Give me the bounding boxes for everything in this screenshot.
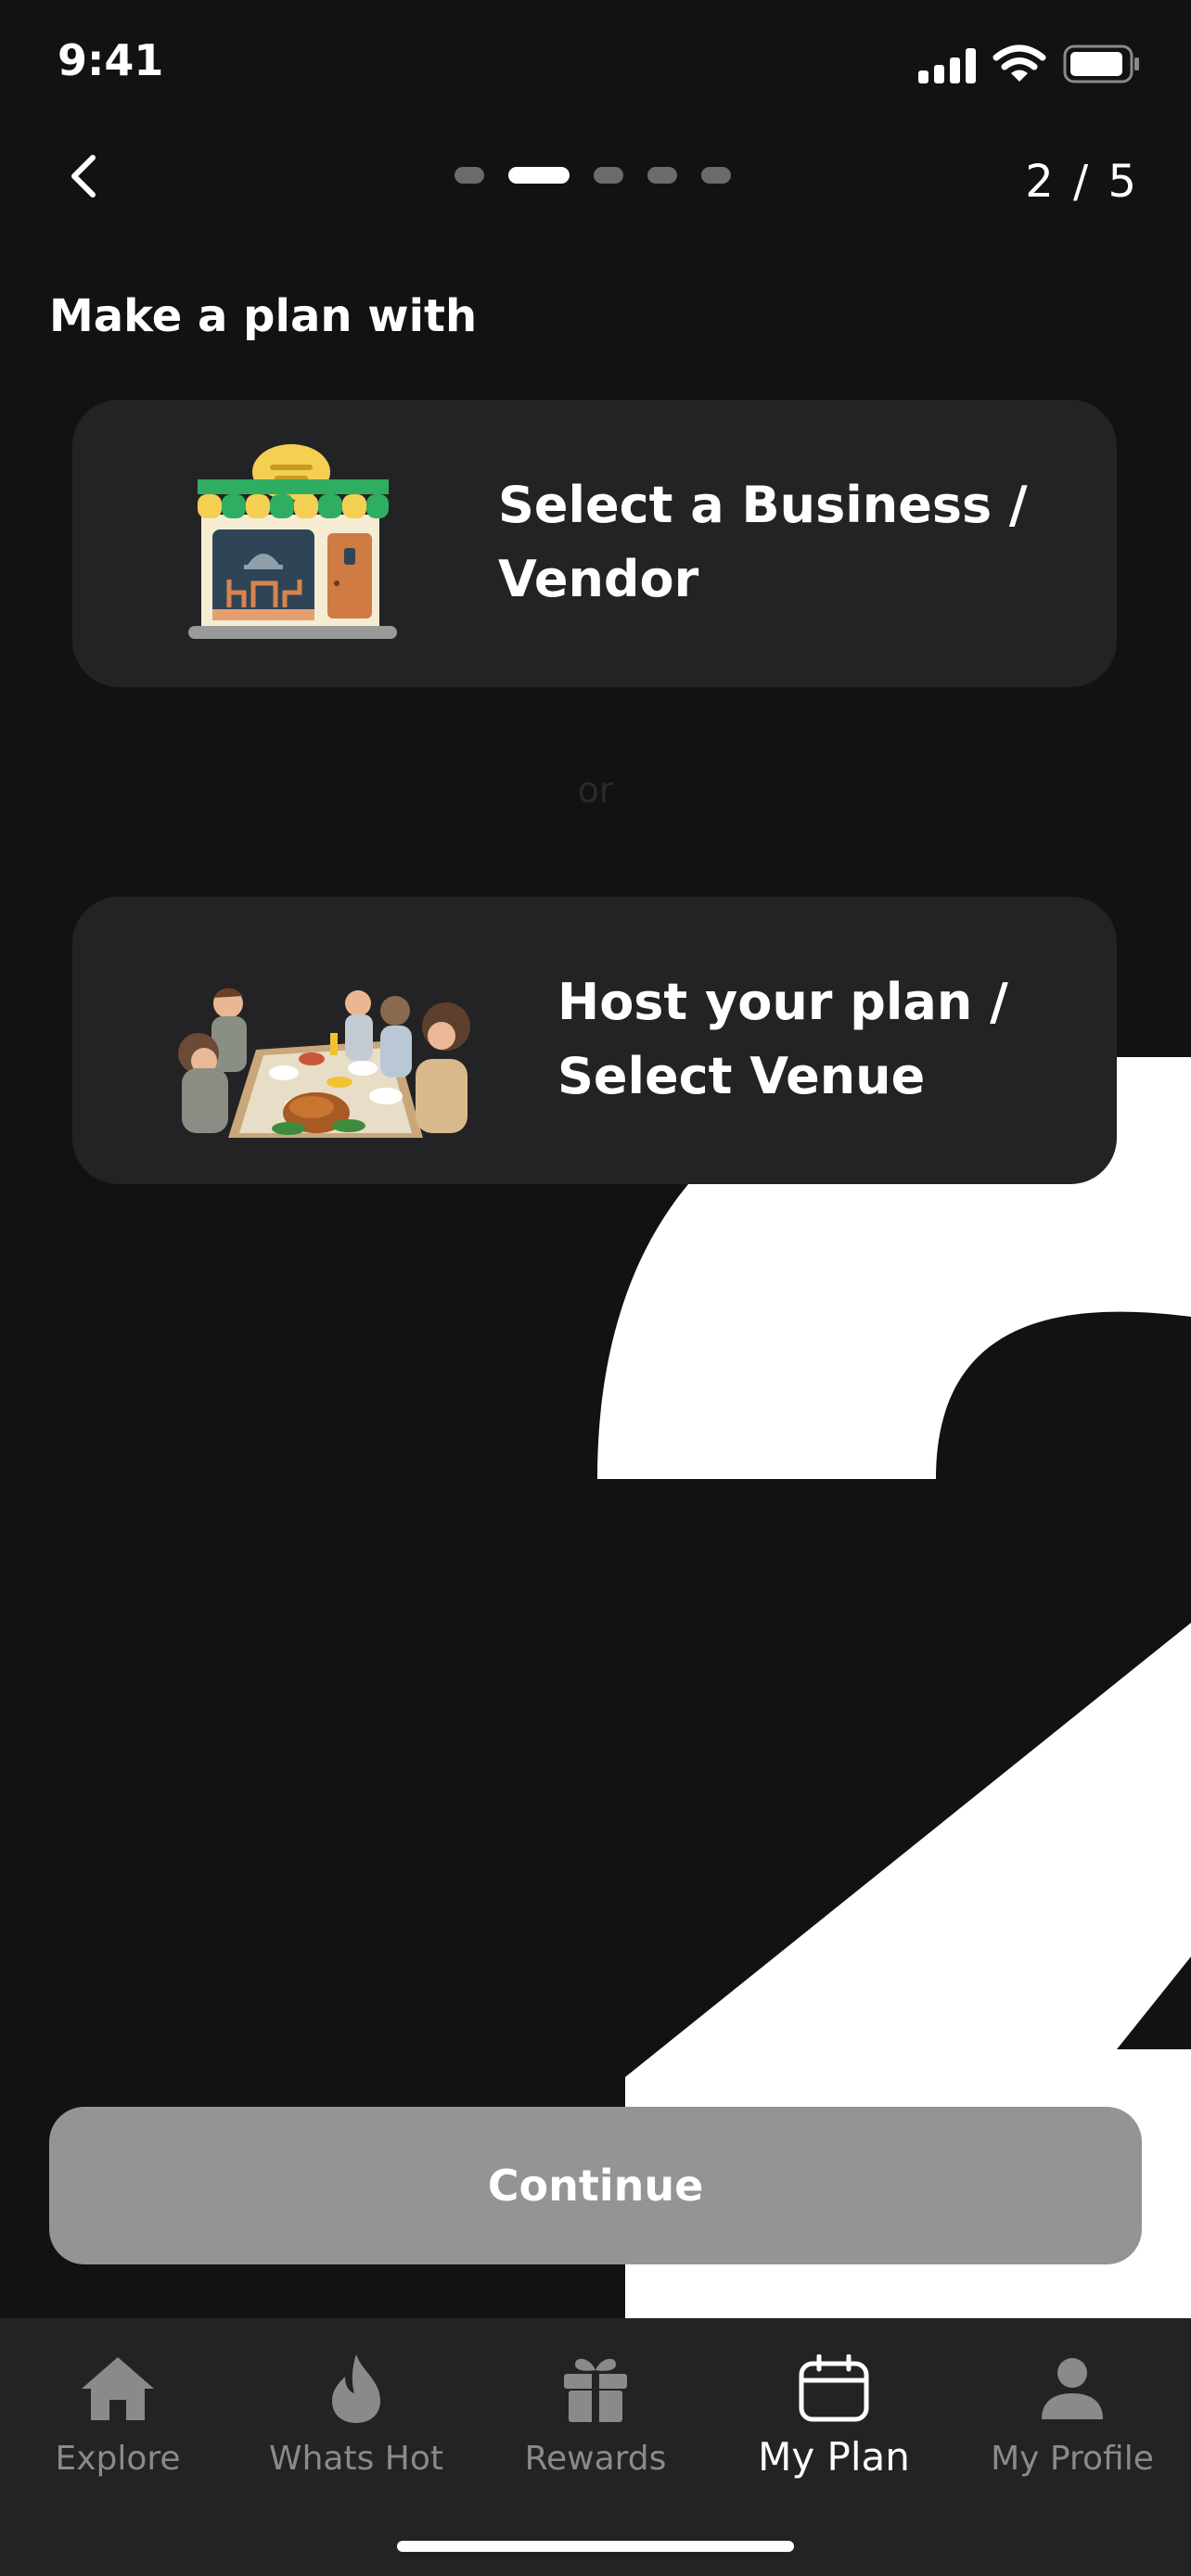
person-icon (1042, 2358, 1103, 2419)
battery-icon (1063, 45, 1139, 83)
host-plan-card[interactable]: Host your plan / Select Venue (72, 897, 1117, 1184)
tab-whats-hot[interactable]: Whats Hot (250, 2351, 463, 2478)
tab-my-profile[interactable]: My Profile (966, 2351, 1179, 2478)
tab-label: Whats Hot (269, 2440, 443, 2478)
home-icon (82, 2357, 154, 2420)
select-business-title: Select a Business / (498, 476, 1028, 534)
select-business-card[interactable]: Select a Business / Vendor (72, 400, 1117, 687)
calendar-icon (799, 2354, 869, 2422)
step-counter: 2 / 5 (1025, 156, 1139, 208)
step-dot (455, 167, 484, 184)
tab-label: Rewards (524, 2440, 667, 2478)
signal-icon (918, 46, 976, 83)
tab-my-plan[interactable]: My Plan (727, 2351, 941, 2480)
host-plan-title: Host your plan / (557, 973, 1008, 1031)
dinner-party-illustration (178, 988, 470, 1138)
status-icons (918, 45, 1141, 83)
continue-button[interactable]: Continue (49, 2107, 1142, 2264)
section-title: Make a plan with (49, 290, 478, 342)
step-dot (647, 167, 677, 184)
tab-label: Explore (55, 2440, 181, 2478)
or-separator: or (577, 770, 614, 810)
tab-label: My Profile (991, 2440, 1154, 2478)
back-chevron-icon[interactable] (58, 148, 113, 204)
tab-rewards[interactable]: Rewards (489, 2351, 702, 2478)
tab-label: My Plan (758, 2434, 910, 2480)
status-time: 9:41 (58, 35, 164, 85)
step-dot-active (508, 167, 570, 184)
storefront-illustration (188, 444, 397, 639)
step-dot (594, 167, 623, 184)
tab-explore[interactable]: Explore (11, 2351, 224, 2478)
flame-icon (332, 2354, 380, 2423)
step-dot (701, 167, 731, 184)
wifi-icon (992, 45, 1046, 82)
home-indicator (397, 2541, 794, 2552)
host-plan-subtitle: Select Venue (557, 1047, 926, 1105)
select-business-subtitle: Vendor (498, 550, 699, 608)
gift-icon (564, 2358, 627, 2424)
step-progress-dots (455, 167, 731, 184)
